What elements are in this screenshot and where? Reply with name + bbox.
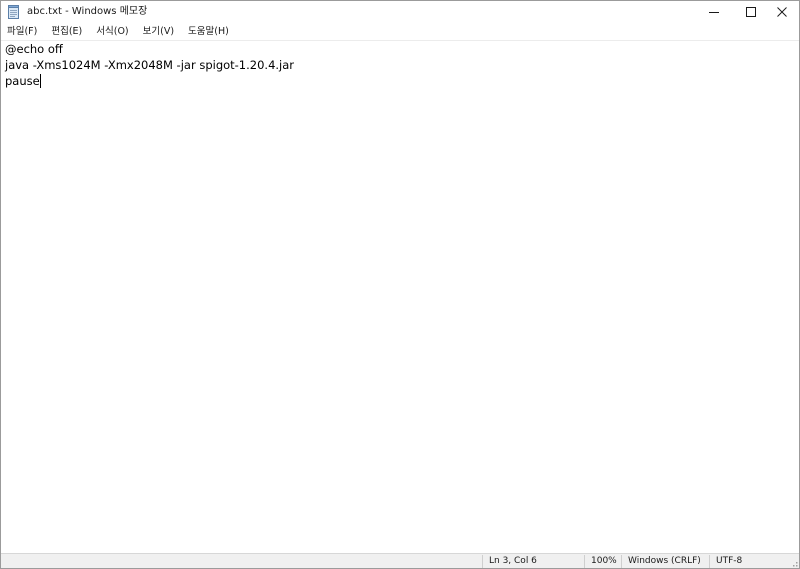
close-button[interactable] [763, 1, 799, 23]
editor-line-text: @echo off [5, 42, 63, 56]
minimize-button[interactable] [695, 1, 732, 23]
maximize-icon [745, 7, 756, 17]
editor-line: @echo off [5, 41, 795, 57]
menu-view[interactable]: 보기(V) [139, 24, 178, 39]
text-caret [39, 74, 41, 88]
notepad-window: abc.txt - Windows 메모장 파일(F) 편집(E) 서식(O) … [0, 0, 800, 569]
text-editor[interactable]: @echo off java -Xms1024M -Xmx2048M -jar … [1, 40, 799, 553]
editor-line-text: pause [5, 74, 40, 88]
menu-help[interactable]: 도움말(H) [184, 24, 233, 39]
menu-bar: 파일(F) 편집(E) 서식(O) 보기(V) 도움말(H) [1, 23, 799, 40]
title-bar[interactable]: abc.txt - Windows 메모장 [1, 1, 799, 23]
notepad-icon[interactable] [8, 5, 20, 19]
editor-line: pause [5, 73, 795, 89]
status-line-ending: Windows (CRLF) [628, 556, 701, 566]
minimize-icon [708, 12, 719, 13]
status-bar: Ln 3, Col 6 100% Windows (CRLF) UTF-8 [1, 553, 799, 568]
menu-format[interactable]: 서식(O) [92, 24, 132, 39]
menu-file[interactable]: 파일(F) [3, 24, 41, 39]
status-zoom: 100% [591, 556, 617, 566]
editor-line-text: java -Xms1024M -Xmx2048M -jar spigot-1.2… [5, 58, 295, 72]
status-encoding: UTF-8 [716, 556, 743, 566]
close-icon [776, 7, 787, 17]
status-cursor-position: Ln 3, Col 6 [489, 556, 537, 566]
resize-grip-icon[interactable] [788, 557, 798, 567]
editor-line: java -Xms1024M -Xmx2048M -jar spigot-1.2… [5, 57, 795, 73]
menu-edit[interactable]: 편집(E) [47, 24, 86, 39]
window-title: abc.txt - Windows 메모장 [27, 6, 148, 17]
